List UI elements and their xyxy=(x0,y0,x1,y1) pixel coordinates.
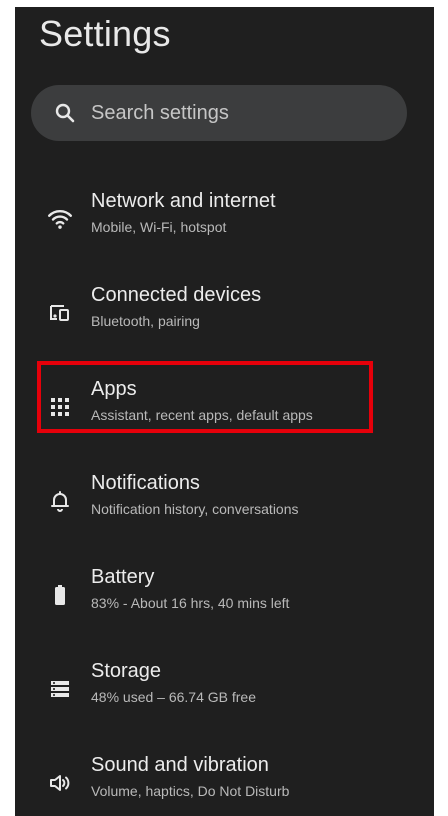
settings-screen: Settings Network and internet Mobile, Wi… xyxy=(15,7,434,816)
settings-item-subtitle: Volume, haptics, Do Not Disturb xyxy=(91,783,290,799)
settings-item-label: Sound and vibration xyxy=(91,754,269,776)
bell-icon xyxy=(45,486,75,516)
settings-item-subtitle: 48% used – 66.74 GB free xyxy=(91,689,256,705)
devices-icon xyxy=(45,298,75,328)
page-title: Settings xyxy=(39,13,171,54)
battery-icon xyxy=(45,580,75,610)
settings-item-label: Storage xyxy=(91,660,162,682)
settings-item-subtitle: 83% - About 16 hrs, 40 mins left xyxy=(91,595,290,611)
settings-item-subtitle: Mobile, Wi-Fi, hotspot xyxy=(91,219,227,235)
search-icon xyxy=(55,103,75,123)
settings-item-subtitle: Bluetooth, pairing xyxy=(91,313,200,329)
apps-grid-icon xyxy=(45,392,75,422)
settings-item-label: Network and internet xyxy=(91,190,276,212)
search-input[interactable] xyxy=(91,101,371,125)
settings-item-label: Battery xyxy=(91,566,155,588)
settings-item-storage[interactable]: Storage 48% used – 66.74 GB free xyxy=(15,642,434,736)
settings-item-battery[interactable]: Battery 83% - About 16 hrs, 40 mins left xyxy=(15,548,434,642)
wifi-icon xyxy=(45,204,75,234)
settings-item-label: Connected devices xyxy=(91,284,262,306)
settings-item-label: Apps xyxy=(91,378,137,400)
settings-item-apps[interactable]: Apps Assistant, recent apps, default app… xyxy=(15,360,434,454)
settings-item-label: Notifications xyxy=(91,472,200,494)
search-bar[interactable] xyxy=(31,85,407,141)
settings-item-connected-devices[interactable]: Connected devices Bluetooth, pairing xyxy=(15,266,434,360)
speaker-icon xyxy=(45,768,75,798)
settings-item-sound[interactable]: Sound and vibration Volume, haptics, Do … xyxy=(15,736,434,816)
settings-item-subtitle: Assistant, recent apps, default apps xyxy=(91,407,313,423)
settings-item-network[interactable]: Network and internet Mobile, Wi-Fi, hots… xyxy=(15,172,434,266)
storage-icon xyxy=(45,674,75,704)
settings-item-subtitle: Notification history, conversations xyxy=(91,501,299,517)
settings-item-notifications[interactable]: Notifications Notification history, conv… xyxy=(15,454,434,548)
